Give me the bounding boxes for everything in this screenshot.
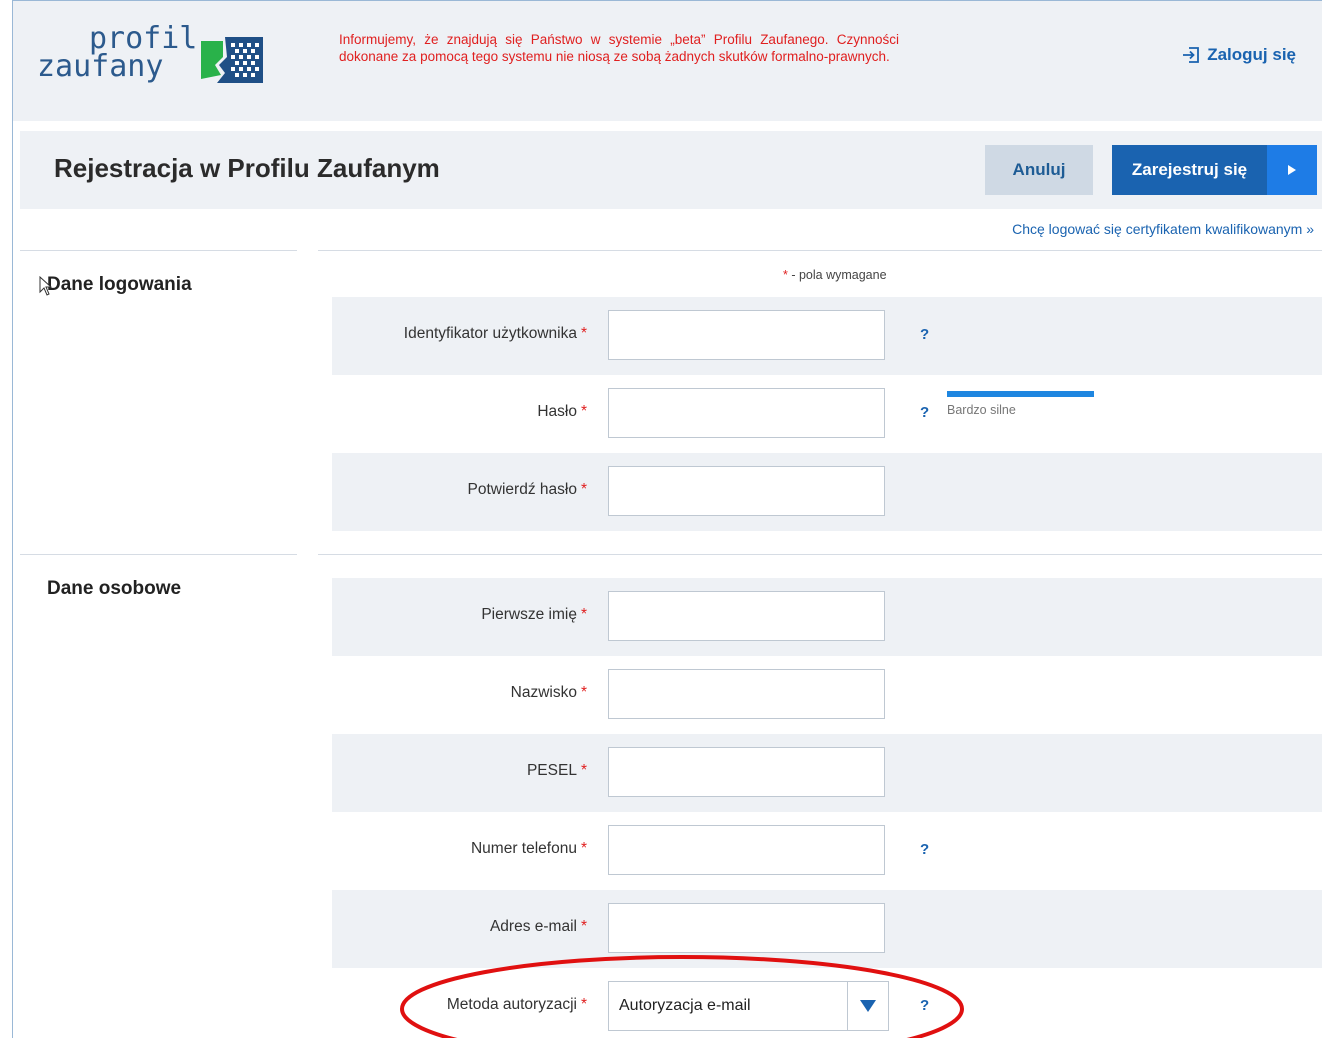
password-input[interactable] bbox=[608, 388, 885, 438]
page-title: Rejestracja w Profilu Zaufanym bbox=[54, 153, 440, 183]
form-row-first-name: Pierwsze imię * bbox=[332, 578, 1322, 656]
form-row-phone: Numer telefonu * ? bbox=[332, 812, 1322, 890]
auth-method-select[interactable]: Autoryzacja e-mail bbox=[608, 981, 889, 1031]
form-row-password: Hasło * ? Bardzo silne bbox=[332, 375, 1322, 453]
form-row-username: Identyfikator użytkownika * ? bbox=[332, 297, 1322, 375]
section-divider bbox=[20, 554, 297, 555]
help-icon[interactable]: ? bbox=[920, 997, 929, 1014]
dropdown-arrow-icon[interactable] bbox=[847, 982, 888, 1030]
email-input[interactable] bbox=[608, 903, 885, 953]
help-icon[interactable]: ? bbox=[920, 326, 929, 343]
login-label: Zaloguj się bbox=[1207, 45, 1296, 64]
certificate-login-link[interactable]: Chcę logować się certyfikatem kwalifikow… bbox=[1012, 221, 1314, 237]
logo-mark-icon bbox=[201, 37, 263, 83]
section-divider bbox=[318, 554, 1322, 555]
section-title-login: Dane logowania bbox=[47, 274, 192, 295]
register-button[interactable]: Zarejestruj się bbox=[1112, 145, 1317, 195]
page-frame: profil zaufany Informujemy, że znajdują … bbox=[12, 0, 1322, 1038]
phone-input[interactable] bbox=[608, 825, 885, 875]
field-label: Nazwisko bbox=[510, 684, 577, 701]
help-icon[interactable]: ? bbox=[920, 841, 929, 858]
arrow-right-icon bbox=[1267, 145, 1317, 195]
last-name-input[interactable] bbox=[608, 669, 885, 719]
field-label: Hasło bbox=[537, 403, 577, 420]
field-label: Adres e-mail bbox=[489, 918, 577, 935]
field-label: Potwierdź hasło bbox=[467, 481, 577, 498]
field-label: Metoda autoryzacji bbox=[446, 996, 577, 1013]
strength-label: Bardzo silne bbox=[947, 403, 1016, 417]
form-row-pesel: PESEL * bbox=[332, 734, 1322, 812]
first-name-input[interactable] bbox=[608, 591, 885, 641]
title-bar: Rejestracja w Profilu Zaufanym Anuluj Za… bbox=[20, 131, 1322, 209]
section-title-personal: Dane osobowe bbox=[47, 578, 182, 599]
profil-zaufany-logo[interactable]: profil zaufany bbox=[37, 24, 267, 95]
logo-line-2: zaufany bbox=[37, 49, 164, 84]
register-label: Zarejestruj się bbox=[1131, 160, 1248, 179]
pesel-input[interactable] bbox=[608, 747, 885, 797]
header: profil zaufany Informujemy, że znajdują … bbox=[13, 9, 1322, 121]
login-link[interactable]: Zaloguj się bbox=[1181, 45, 1296, 65]
login-icon bbox=[1183, 47, 1200, 63]
cancel-button[interactable]: Anuluj bbox=[985, 145, 1093, 195]
top-strip bbox=[13, 1, 1322, 9]
auth-method-value: Autoryzacja e-mail bbox=[619, 997, 751, 1014]
field-label: Identyfikator użytkownika bbox=[403, 325, 577, 342]
password-strength-meter: Bardzo silne bbox=[947, 391, 1094, 417]
form-row-auth-method: Metoda autoryzacji * Autoryzacja e-mail ? bbox=[332, 968, 1322, 1038]
confirm-password-input[interactable] bbox=[608, 466, 885, 516]
mouse-cursor-icon bbox=[39, 276, 53, 296]
section-divider bbox=[318, 250, 1322, 251]
form-row-email: Adres e-mail * bbox=[332, 890, 1322, 968]
username-input[interactable] bbox=[608, 310, 885, 360]
field-label: PESEL bbox=[526, 762, 577, 779]
strength-bar bbox=[947, 391, 1094, 397]
field-label: Numer telefonu bbox=[470, 840, 577, 857]
help-icon[interactable]: ? bbox=[920, 404, 929, 421]
required-fields-note: * - pola wymagane bbox=[783, 268, 887, 282]
section-divider bbox=[20, 250, 297, 251]
field-label: Pierwsze imię bbox=[481, 606, 577, 623]
beta-notice: Informujemy, że znajdują się Państwo w s… bbox=[339, 32, 899, 64]
form-row-confirm-password: Potwierdź hasło * bbox=[332, 453, 1322, 531]
form-row-last-name: Nazwisko * bbox=[332, 656, 1322, 734]
